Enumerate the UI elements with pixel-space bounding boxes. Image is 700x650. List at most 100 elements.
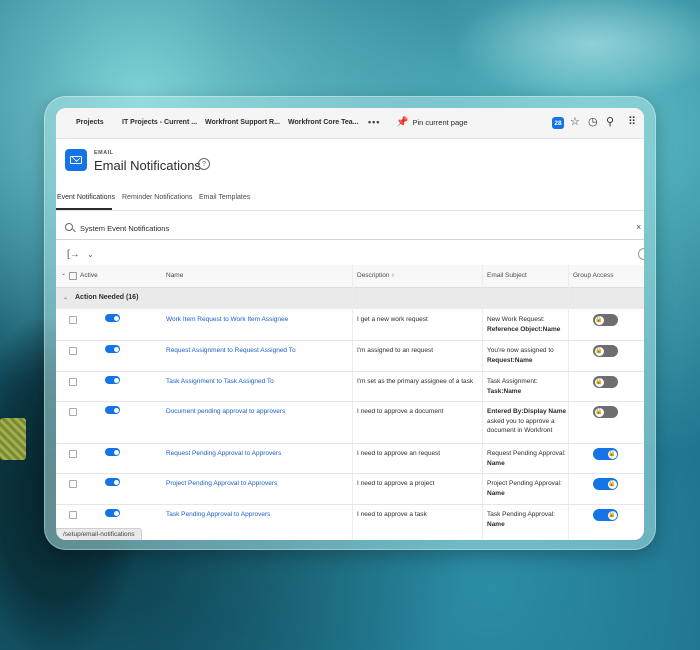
page-title: Email Notifications	[94, 158, 201, 173]
select-all-checkbox[interactable]	[69, 272, 77, 280]
group-access-toggle[interactable]: 🔒	[593, 406, 618, 418]
email-subject-field: Task:Name	[487, 387, 522, 395]
close-icon[interactable]: ×	[636, 222, 641, 232]
group-access-toggle[interactable]: 🔒	[593, 314, 618, 326]
lock-icon: 🔒	[608, 451, 616, 457]
notification-name-link[interactable]: Request Assignment to Request Assigned T…	[166, 346, 296, 356]
pin-icon: 📌	[396, 117, 409, 128]
pin-current-page-button[interactable]: 📌 Pin current page	[396, 117, 468, 128]
email-subject-field: Entered By:Display Name	[487, 408, 567, 415]
lock-icon: 🔒	[595, 409, 603, 415]
notifications-badge[interactable]: 28	[552, 117, 564, 129]
notification-name-link[interactable]: Work Item Request to Work Item Assignee	[166, 315, 288, 325]
group-access-toggle[interactable]: 🔒	[593, 509, 618, 521]
history-icon[interactable]: ◷	[588, 115, 598, 128]
table-row[interactable]: Request Pending Approval to Approvers I …	[56, 443, 644, 474]
table-row[interactable]: Task Assignment to Task Assigned To I'm …	[56, 371, 644, 402]
row-checkbox[interactable]	[69, 450, 77, 458]
subtab-bar: Event Notifications Reminder Notificatio…	[56, 186, 644, 211]
notification-name-link[interactable]: Task Pending Approval to Approvers	[166, 510, 270, 520]
notification-name-link[interactable]: Document pending approval to approvers	[166, 407, 285, 417]
table-header: ⌄ Active Name Description ↑ Email Subjec…	[56, 265, 644, 288]
active-toggle[interactable]	[105, 376, 120, 384]
active-toggle[interactable]	[105, 345, 120, 353]
search-bar[interactable]: System Event Notifications ×	[56, 219, 644, 240]
table-row[interactable]: Work Item Request to Work Item Assignee …	[56, 309, 644, 341]
nav-more-button[interactable]: •••	[368, 117, 380, 127]
email-subject-text: Request Pending Approval:	[487, 450, 566, 457]
chevron-down-icon: ⌄	[63, 295, 69, 301]
email-subject: Request Pending Approval: Name	[487, 449, 573, 468]
group-access-toggle[interactable]: 🔒	[593, 448, 618, 460]
help-icon[interactable]: ?	[198, 158, 210, 170]
notification-description: I need to approve a task	[357, 511, 427, 518]
group-label: Action Needed (16)	[75, 294, 139, 301]
group-access-toggle[interactable]: 🔒	[593, 345, 618, 357]
group-access-toggle[interactable]: 🔒	[593, 376, 618, 388]
row-checkbox[interactable]	[69, 378, 77, 386]
row-checkbox[interactable]	[69, 480, 77, 488]
email-subject-text: Task Pending Approval:	[487, 511, 555, 518]
nav-tab-it-projects[interactable]: IT Projects - Current ...	[122, 119, 197, 126]
table-row[interactable]: Request Assignment to Request Assigned T…	[56, 340, 644, 372]
notification-name-link[interactable]: Request Pending Approval to Approvers	[166, 449, 281, 459]
table-row[interactable]: Document pending approval to approvers I…	[56, 401, 644, 444]
active-toggle[interactable]	[105, 478, 120, 486]
email-icon	[65, 149, 87, 171]
tab-reminder-notifications[interactable]: Reminder Notifications	[122, 194, 192, 201]
notification-description: I'm set as the primary assignee of a tas…	[357, 378, 474, 385]
notification-name-link[interactable]: Project Pending Approval to Approvers	[166, 479, 277, 489]
active-toggle[interactable]	[105, 314, 120, 322]
row-checkbox[interactable]	[69, 347, 77, 355]
email-subject-text: Project Pending Approval:	[487, 480, 562, 487]
email-subject: Task Assignment: Task:Name	[487, 377, 573, 396]
export-icon[interactable]: [→	[67, 249, 80, 260]
row-checkbox[interactable]	[69, 316, 77, 324]
chevron-down-icon[interactable]: ⌄	[61, 270, 66, 277]
table-row[interactable]: Project Pending Approval to Approvers I …	[56, 473, 644, 505]
column-header-group-access[interactable]: Group Access	[573, 272, 613, 279]
notification-description: I need to approve a document	[357, 408, 444, 415]
tab-event-notifications[interactable]: Event Notifications	[57, 194, 115, 201]
nav-tab-projects[interactable]: Projects	[76, 119, 104, 126]
lock-icon: 🔒	[595, 317, 603, 323]
notification-name-link[interactable]: Task Assignment to Task Assigned To	[166, 377, 274, 387]
email-subject-field: Name	[487, 520, 505, 528]
active-toggle[interactable]	[105, 406, 120, 414]
notification-description: I get a new work request	[357, 316, 428, 323]
row-checkbox[interactable]	[69, 511, 77, 519]
star-icon[interactable]: ☆	[570, 115, 580, 128]
group-header-action-needed[interactable]: ⌄ Action Needed (16)	[56, 288, 644, 309]
email-subject-text: New Work Request:	[487, 316, 545, 323]
active-toggle[interactable]	[105, 509, 120, 517]
nav-tab-workfront-support[interactable]: Workfront Support R...	[205, 119, 280, 126]
search-icon[interactable]: ⚲	[606, 115, 614, 128]
group-access-toggle[interactable]: 🔒	[593, 478, 618, 490]
nav-tab-workfront-core[interactable]: Workfront Core Tea...	[288, 119, 359, 126]
row-checkbox[interactable]	[69, 408, 77, 416]
chevron-down-icon[interactable]: ⌄	[87, 250, 94, 259]
email-subject-text: You're now assigned to	[487, 347, 554, 354]
column-header-email-subject[interactable]: Email Subject	[487, 272, 527, 279]
active-toggle[interactable]	[105, 448, 120, 456]
settings-circle-icon[interactable]	[638, 248, 644, 260]
email-subject: Entered By:Display Name asked you to app…	[487, 407, 573, 436]
column-header-name[interactable]: Name	[166, 272, 183, 279]
email-subject: You're now assigned to Request:Name	[487, 346, 573, 365]
lock-icon: 🔒	[608, 512, 616, 518]
tab-email-templates[interactable]: Email Templates	[199, 194, 250, 201]
column-header-description[interactable]: Description ↑	[357, 272, 395, 279]
lock-icon: 🔒	[608, 481, 616, 487]
email-subject: New Work Request: Reference Object:Name	[487, 315, 573, 334]
column-header-active[interactable]: Active	[80, 272, 98, 279]
search-input[interactable]: System Event Notifications	[80, 224, 169, 233]
top-navigation-bar: Projects IT Projects - Current ... Workf…	[56, 108, 644, 139]
notification-description: I'm assigned to an request	[357, 347, 434, 354]
table-row[interactable]: Task Pending Approval to Approvers I nee…	[56, 504, 644, 540]
page-kicker: EMAIL	[94, 150, 114, 156]
email-subject-field: Name	[487, 489, 505, 497]
background-moss-texture	[0, 418, 26, 460]
app-grid-icon[interactable]: ⠿	[628, 115, 636, 128]
notification-description: I need to approve an request	[357, 450, 441, 457]
app-window: Projects IT Projects - Current ... Workf…	[56, 108, 644, 540]
